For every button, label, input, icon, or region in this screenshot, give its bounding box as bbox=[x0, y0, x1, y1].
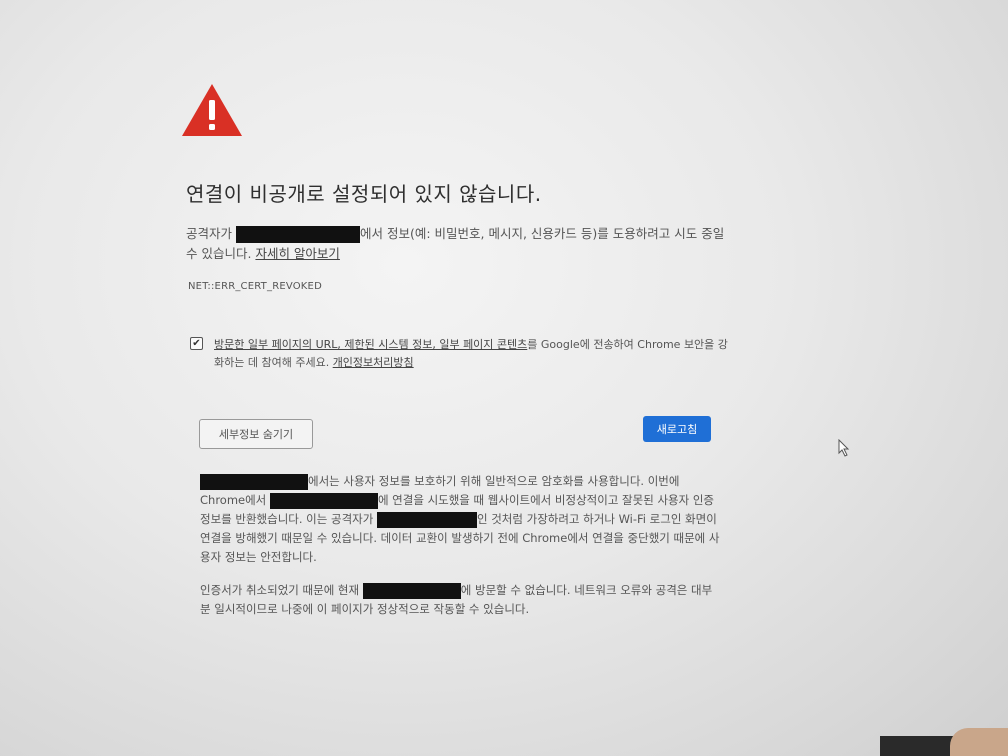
details-panel: 에서는 사용자 정보를 보호하기 위해 일반적으로 암호화를 사용합니다. 이번… bbox=[200, 472, 720, 633]
warning-triangle-icon bbox=[182, 84, 242, 136]
page-title: 연결이 비공개로 설정되어 있지 않습니다. bbox=[186, 182, 542, 206]
redacted-domain bbox=[376, 511, 477, 528]
error-description: 공격자가 에서 정보(예: 비밀번호, 메시지, 신용카드 등)를 도용하려고 … bbox=[186, 224, 726, 264]
browser-page: 연결이 비공개로 설정되어 있지 않습니다. 공격자가 에서 정보(예: 비밀번… bbox=[0, 0, 1008, 756]
monitor-corner bbox=[950, 728, 1008, 756]
privacy-policy-link[interactable]: 개인정보처리방침 bbox=[333, 356, 414, 369]
opt-in-details-link[interactable]: 방문한 일부 페이지의 URL, 제한된 시스템 정보, 일부 페이지 콘텐츠 bbox=[214, 338, 527, 351]
learn-more-link[interactable]: 자세히 알아보기 bbox=[255, 246, 339, 261]
hide-details-button[interactable]: 세부정보 숨기기 bbox=[199, 419, 313, 449]
redacted-domain bbox=[362, 582, 461, 599]
opt-in-checkbox[interactable]: ✔ bbox=[190, 337, 203, 350]
error-code: NET::ERR_CERT_REVOKED bbox=[188, 281, 322, 292]
details-paragraph-1: 에서는 사용자 정보를 보호하기 위해 일반적으로 암호화를 사용합니다. 이번… bbox=[200, 472, 720, 567]
reload-button[interactable]: 새로고침 bbox=[643, 416, 711, 442]
checkmark-icon: ✔ bbox=[192, 338, 201, 349]
mouse-cursor-icon bbox=[838, 439, 850, 457]
redacted-domain bbox=[269, 492, 378, 509]
opt-in-text: 방문한 일부 페이지의 URL, 제한된 시스템 정보, 일부 페이지 콘텐츠를… bbox=[214, 336, 734, 372]
details-paragraph-2: 인증서가 취소되었기 때문에 현재 에 방문할 수 없습니다. 네트워크 오류와… bbox=[200, 581, 720, 619]
redacted-domain bbox=[200, 473, 308, 490]
description-prefix: 공격자가 bbox=[186, 226, 233, 241]
details-p2-part1: 인증서가 취소되었기 때문에 현재 bbox=[200, 583, 360, 597]
redacted-domain bbox=[236, 226, 360, 243]
